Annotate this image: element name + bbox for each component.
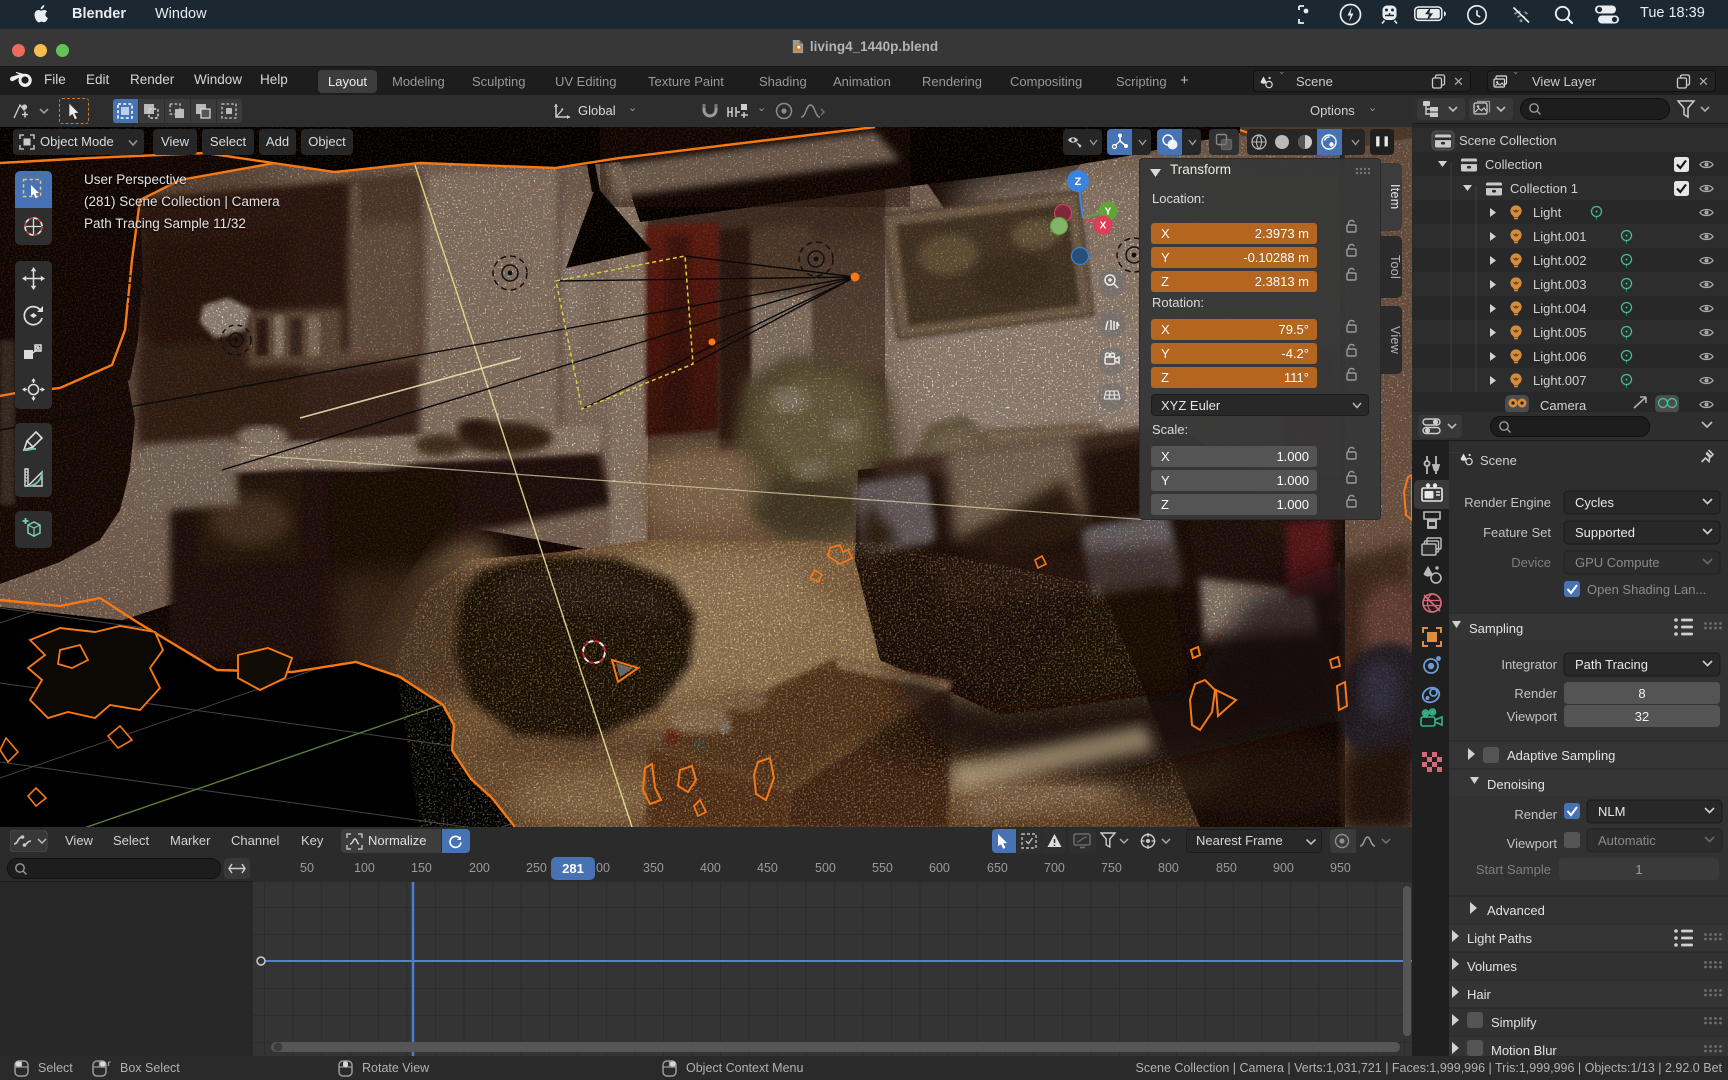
svg-text:1: 1	[1635, 862, 1642, 877]
svg-text:Z: Z	[1075, 176, 1082, 188]
svg-text:Render: Render	[1514, 807, 1557, 822]
svg-text:GPU Compute: GPU Compute	[1575, 555, 1660, 570]
svg-text:Feature Set: Feature Set	[1483, 525, 1551, 540]
svg-text:Integrator: Integrator	[1501, 657, 1557, 672]
svg-text:Viewport: Viewport	[1507, 709, 1558, 724]
svg-text:8: 8	[1638, 686, 1645, 701]
svg-text:Camera: Camera	[1540, 398, 1587, 412]
svg-text:Cycles: Cycles	[1575, 495, 1615, 510]
svg-text:Volumes: Volumes	[1467, 959, 1517, 974]
svg-text:Light.006: Light.006	[1533, 349, 1587, 364]
svg-text:Scene Collection: Scene Collection	[1459, 133, 1557, 148]
svg-text:Collection 1: Collection 1	[1510, 181, 1578, 196]
svg-text:Device: Device	[1511, 555, 1551, 570]
svg-text:Light.002: Light.002	[1533, 253, 1587, 268]
svg-text:Light.004: Light.004	[1533, 301, 1587, 316]
svg-text:Automatic: Automatic	[1598, 833, 1656, 848]
svg-text:Adaptive Sampling: Adaptive Sampling	[1507, 748, 1615, 763]
svg-text:Open Shading Lan...: Open Shading Lan...	[1587, 582, 1706, 597]
svg-text:Light: Light	[1533, 205, 1562, 220]
svg-text:Light Paths: Light Paths	[1467, 931, 1533, 946]
svg-text:Simplify: Simplify	[1491, 1015, 1537, 1030]
svg-text:Advanced: Advanced	[1487, 903, 1545, 918]
svg-text:Sampling: Sampling	[1469, 621, 1523, 636]
svg-text:Path Tracing: Path Tracing	[1575, 657, 1648, 672]
svg-text:Render Engine: Render Engine	[1464, 495, 1551, 510]
svg-text:Hair: Hair	[1467, 987, 1492, 1002]
svg-text:Light.007: Light.007	[1533, 373, 1587, 388]
svg-text:Light.003: Light.003	[1533, 277, 1587, 292]
svg-text:Light.001: Light.001	[1533, 229, 1587, 244]
svg-text:Viewport: Viewport	[1507, 836, 1558, 851]
svg-text:Start Sample: Start Sample	[1476, 862, 1551, 877]
svg-text:Render: Render	[1514, 686, 1557, 701]
svg-text:Denoising: Denoising	[1487, 777, 1545, 792]
svg-text:NLM: NLM	[1598, 804, 1625, 819]
svg-text:X: X	[1100, 221, 1107, 232]
svg-text:Scene: Scene	[1480, 453, 1517, 468]
svg-text:Collection: Collection	[1485, 157, 1542, 172]
svg-text:32: 32	[1635, 709, 1649, 724]
svg-text:Light.005: Light.005	[1533, 325, 1587, 340]
svg-text:Supported: Supported	[1575, 525, 1635, 540]
